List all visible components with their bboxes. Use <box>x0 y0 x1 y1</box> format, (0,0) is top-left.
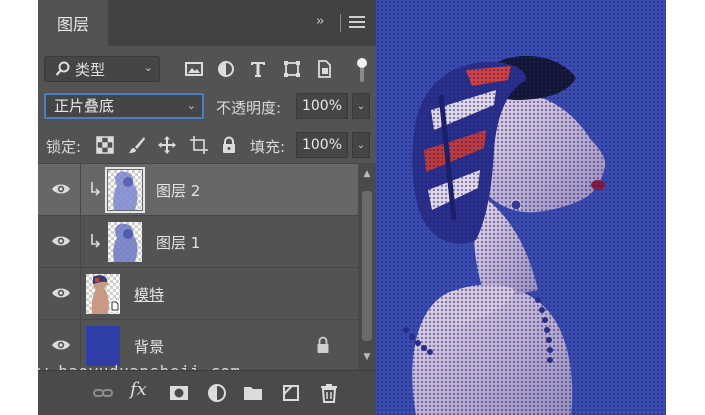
layer-thumbnail-model-blue <box>108 222 142 262</box>
filter-toggle-switch[interactable] <box>356 56 368 84</box>
fx-icon[interactable]: fx <box>130 379 152 401</box>
layer-name[interactable]: 模特 <box>134 284 164 305</box>
collapse-panel-icon[interactable]: ›› <box>316 14 325 29</box>
row-divider <box>80 216 81 268</box>
layers-panel: 图层 ›› 类型 ⌄ 正片叠底 ⌄ 不透明度: 100% ⌄ 锁定: 填充: 1… <box>38 0 376 415</box>
opacity-slider-toggle[interactable]: ⌄ <box>352 93 370 119</box>
visibility-eye-icon[interactable] <box>51 285 71 301</box>
opacity-input[interactable]: 100% <box>296 93 348 119</box>
search-icon <box>55 61 70 76</box>
visibility-eye-icon[interactable] <box>51 337 71 353</box>
blend-mode-select[interactable]: 正片叠底 ⌄ <box>44 93 204 119</box>
row-divider <box>80 164 81 216</box>
fill-slider-toggle[interactable]: ⌄ <box>352 132 370 158</box>
delete-layer-icon[interactable] <box>318 382 340 404</box>
lock-transparent-pixels-icon[interactable] <box>96 136 114 154</box>
lock-position-icon[interactable] <box>158 136 176 154</box>
chevron-down-icon: ⌄ <box>186 99 196 112</box>
scroll-thumb[interactable] <box>362 191 372 341</box>
lock-all-icon[interactable] <box>220 136 238 154</box>
blend-opacity-row: 正片叠底 ⌄ 不透明度: 100% ⌄ <box>38 92 376 122</box>
lock-label: 锁定: <box>46 138 82 156</box>
layer-lock-icon <box>317 336 329 353</box>
image-filter-icon[interactable] <box>184 59 204 79</box>
type-filter-icon[interactable] <box>248 59 268 79</box>
filter-kind-select[interactable]: 类型 ⌄ <box>44 56 160 82</box>
new-adjustment-icon[interactable] <box>206 382 228 404</box>
add-mask-icon[interactable] <box>168 382 190 404</box>
layer-name[interactable]: 图层 2 <box>156 180 200 201</box>
clipping-mask-arrow-icon <box>91 234 100 248</box>
fill-label: 填充: <box>250 138 286 156</box>
clipping-mask-arrow-icon <box>91 182 100 196</box>
new-layer-icon[interactable] <box>280 382 302 404</box>
layers-scrollbar[interactable]: ▲ ▼ <box>358 163 376 370</box>
smart-object-badge-icon <box>110 300 120 312</box>
layers-list: 图层 2 图层 1 模特 背景 <box>38 163 358 381</box>
tab-divider <box>340 14 341 32</box>
adjustment-filter-icon[interactable] <box>216 59 236 79</box>
filter-kind-label: 类型 <box>75 60 106 79</box>
smart-object-filter-icon[interactable] <box>314 59 334 79</box>
chevron-down-icon: ⌄ <box>143 61 153 74</box>
scroll-up-icon[interactable]: ▲ <box>358 169 376 183</box>
layer-row-layer-2[interactable]: 图层 2 <box>38 164 358 216</box>
lock-image-pixels-icon[interactable] <box>128 136 146 154</box>
row-divider <box>80 268 81 320</box>
panel-menu-icon[interactable] <box>349 16 365 30</box>
layer-row-model[interactable]: 模特 <box>38 268 358 320</box>
layer-filter-row: 类型 ⌄ <box>38 48 376 90</box>
layer-thumbnail-background <box>86 326 120 366</box>
opacity-label: 不透明度: <box>216 99 282 117</box>
layer-row-layer-1[interactable]: 图层 1 <box>38 216 358 268</box>
panel-tab-bar: 图层 ›› <box>38 0 376 46</box>
layers-footer-toolbar: fx <box>38 370 376 415</box>
blend-mode-value: 正片叠底 <box>54 97 115 115</box>
visibility-eye-icon[interactable] <box>51 233 71 249</box>
new-group-icon[interactable] <box>242 382 264 404</box>
layer-name[interactable]: 图层 1 <box>156 232 200 253</box>
scroll-down-icon[interactable]: ▼ <box>358 352 376 366</box>
tab-layers[interactable]: 图层 <box>38 0 108 46</box>
lock-fill-row: 锁定: 填充: 100% ⌄ <box>38 128 376 160</box>
canvas-photo-halftone-model[interactable] <box>376 0 666 415</box>
fill-input[interactable]: 100% <box>296 132 348 158</box>
link-layers-icon[interactable] <box>92 382 114 404</box>
lock-artboard-icon[interactable] <box>190 136 208 154</box>
layer-thumbnail-model-blue <box>105 167 145 213</box>
layer-name[interactable]: 背景 <box>134 336 164 357</box>
shape-filter-icon[interactable] <box>282 59 302 79</box>
visibility-eye-icon[interactable] <box>51 181 71 197</box>
